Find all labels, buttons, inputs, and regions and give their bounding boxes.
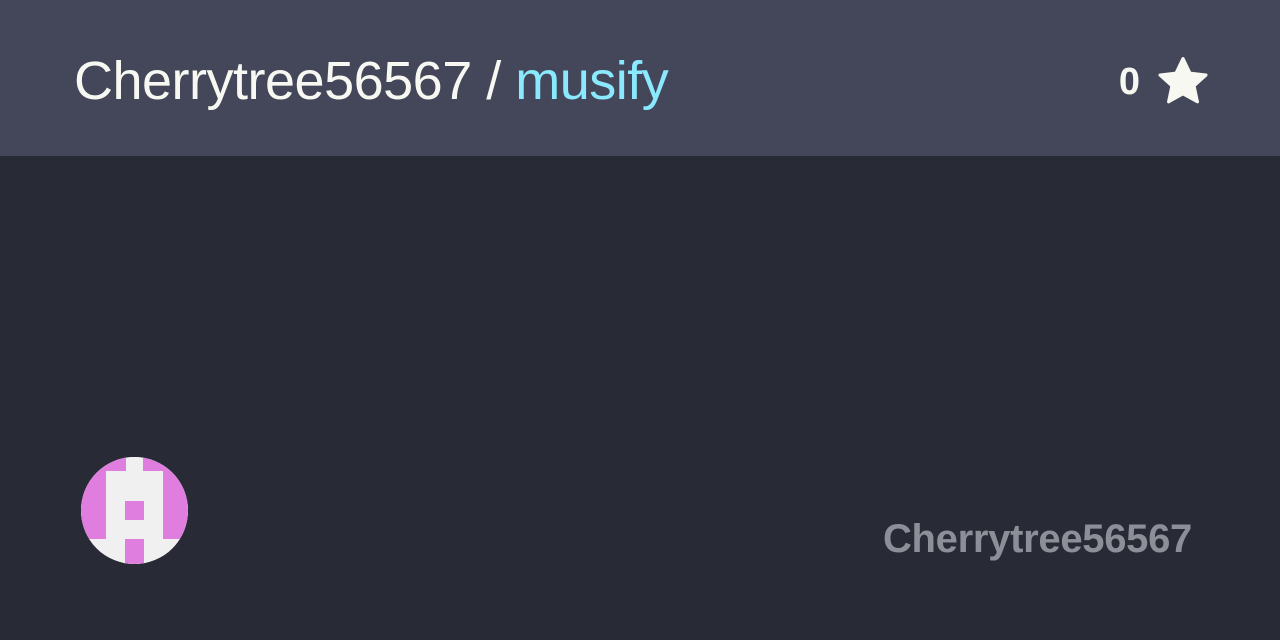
star-counter[interactable]: 0: [1119, 52, 1210, 112]
footer-username[interactable]: Cherrytree56567: [883, 514, 1192, 564]
repo-title: Cherrytree56567 / musify: [74, 46, 669, 116]
repo-name[interactable]: musify: [515, 51, 669, 111]
star-icon: [1158, 57, 1208, 104]
path-separator: /: [486, 51, 501, 111]
star-count: 0: [1118, 61, 1140, 103]
owner-name[interactable]: Cherrytree56567: [74, 51, 472, 111]
identicon-avatar: [81, 457, 188, 564]
user-avatar[interactable]: [81, 457, 188, 564]
repo-header: Cherrytree56567 / musify 0: [0, 0, 1280, 156]
